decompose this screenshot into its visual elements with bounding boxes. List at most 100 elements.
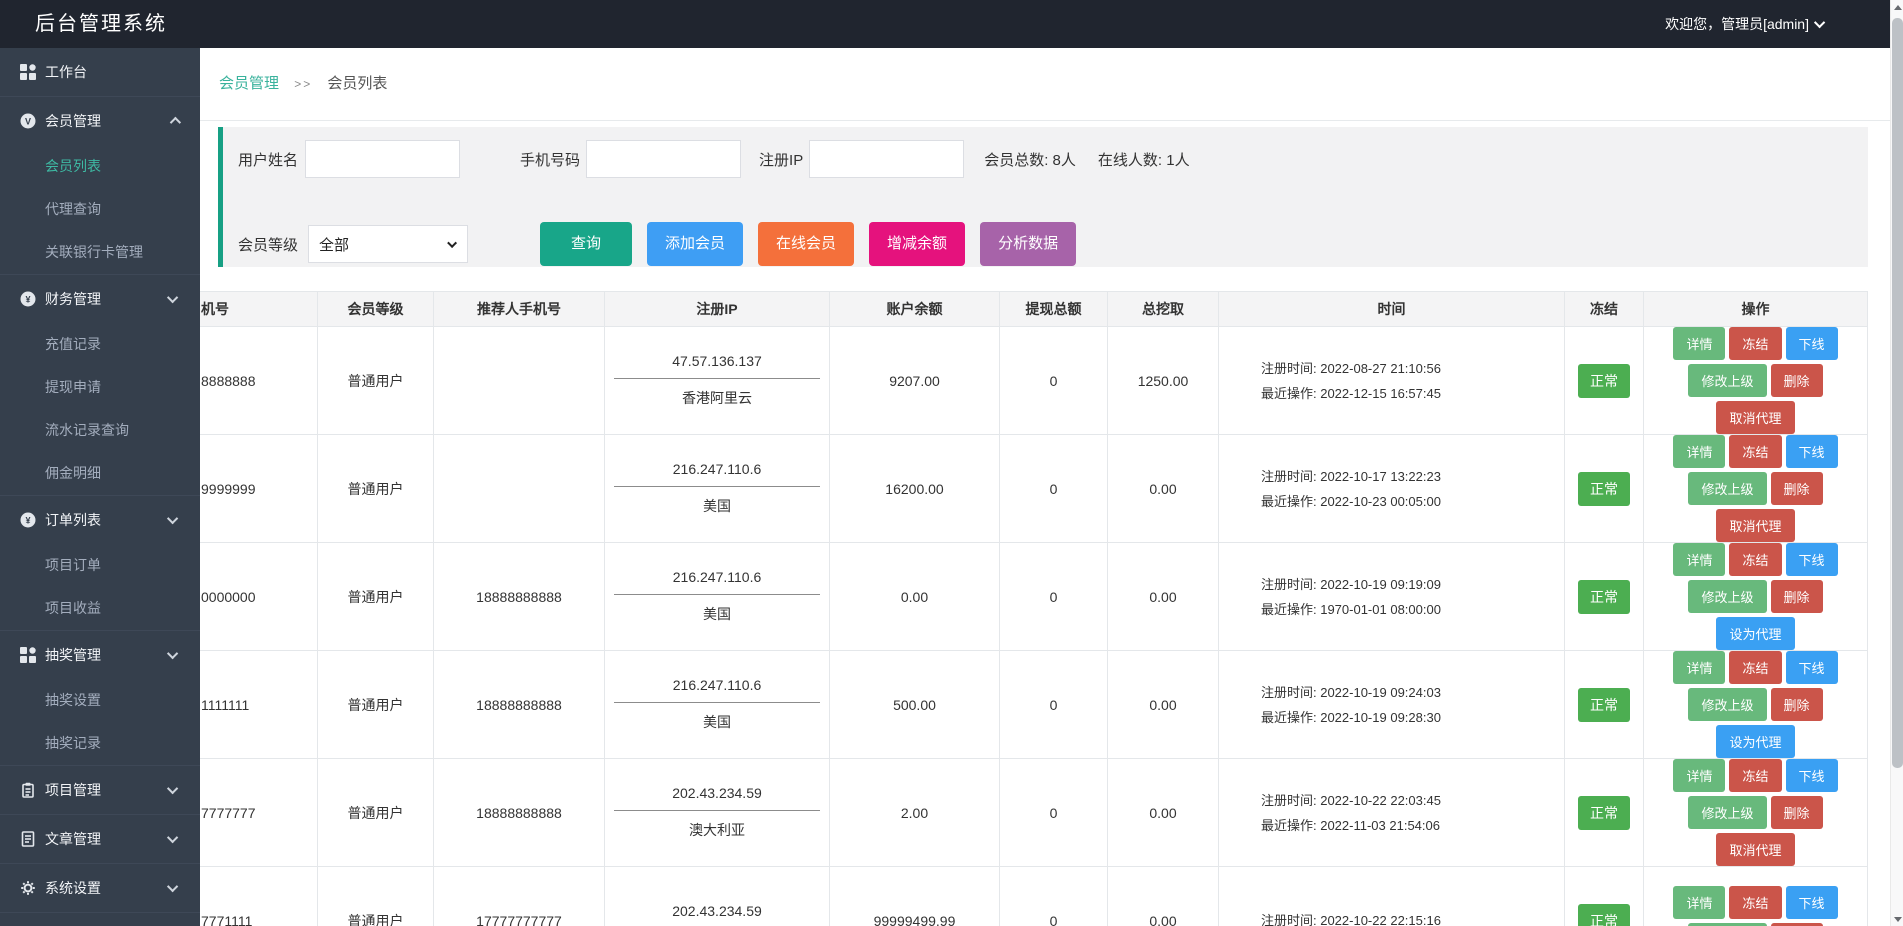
detail-button[interactable]: 详情 <box>1673 886 1725 919</box>
ip-address: 202.43.234.59 <box>614 785 820 811</box>
change-referrer-button[interactable]: 修改上级 <box>1688 580 1766 613</box>
withdraw-total-cell: 0 <box>1000 651 1108 758</box>
freeze-button[interactable]: 冻结 <box>1729 759 1781 792</box>
change-referrer-button[interactable]: 修改上级 <box>1688 796 1766 829</box>
username-input[interactable] <box>305 140 460 178</box>
freeze-button[interactable]: 冻结 <box>1729 886 1781 919</box>
sidebar-section-member-management: V会员管理会员列表代理查询关联银行卡管理 <box>0 97 200 275</box>
register-ip-cell: 202.43.234.59澳大利亚 <box>605 759 830 866</box>
detail-button[interactable]: 详情 <box>1673 651 1725 684</box>
actions-cell: 详情冻结下线修改上级删除取消代理 <box>1644 759 1868 866</box>
delete-button[interactable]: 删除 <box>1771 796 1823 829</box>
referrer-phone-cell <box>434 435 605 542</box>
cancel-agent-button[interactable]: 取消代理 <box>1716 509 1794 542</box>
phone-cell: 9999999 <box>200 435 318 542</box>
status-badge: 正常 <box>1578 472 1630 506</box>
sidebar-item-system-settings[interactable]: 系统设置 <box>0 864 200 912</box>
sidebar-subitem[interactable]: 抽奖设置 <box>0 679 200 722</box>
sidebar-subitem[interactable]: 会员列表 <box>0 145 200 188</box>
phone-input[interactable] <box>586 140 741 178</box>
cancel-agent-button[interactable]: 取消代理 <box>1716 833 1794 866</box>
offline-button[interactable]: 下线 <box>1786 543 1838 576</box>
online-count-stat: 在线人数: 1人 <box>1098 149 1190 170</box>
sidebar-item-lottery-management[interactable]: 抽奖管理 <box>0 631 200 679</box>
ip-address: 47.57.136.137 <box>614 353 820 379</box>
scroll-down-arrow[interactable] <box>1891 912 1903 926</box>
column-header: 会员等级 <box>318 292 434 326</box>
time-cell: 注册时间: 2022-10-22 22:15:16 <box>1219 867 1565 926</box>
scrollbar-thumb[interactable] <box>1892 18 1903 768</box>
time-line: 注册时间: 2022-10-17 13:22:23 <box>1261 464 1441 489</box>
detail-button[interactable]: 详情 <box>1673 543 1725 576</box>
ip-address: 202.43.234.59 <box>614 903 820 926</box>
adjust-balance-button[interactable]: 增减余额 <box>869 222 965 266</box>
sidebar-subitem[interactable]: 项目收益 <box>0 587 200 630</box>
change-referrer-button[interactable]: 修改上级 <box>1688 923 1766 926</box>
sidebar-subitem[interactable]: 项目订单 <box>0 544 200 587</box>
detail-button[interactable]: 详情 <box>1673 327 1725 360</box>
sidebar-item-project-management[interactable]: 项目管理 <box>0 766 200 814</box>
sidebar-subitem[interactable]: 关联银行卡管理 <box>0 231 200 274</box>
change-referrer-button[interactable]: 修改上级 <box>1688 472 1766 505</box>
freeze-button[interactable]: 冻结 <box>1729 651 1781 684</box>
delete-button[interactable]: 删除 <box>1771 364 1823 397</box>
online-members-button[interactable]: 在线会员 <box>758 222 854 266</box>
sidebar-item-workbench[interactable]: 工作台 <box>0 48 200 96</box>
freeze-button[interactable]: 冻结 <box>1729 327 1781 360</box>
user-menu[interactable]: 欢迎您，管理员[admin] <box>1665 0 1825 48</box>
withdraw-total-cell: 0 <box>1000 327 1108 434</box>
delete-button[interactable]: 删除 <box>1771 923 1823 926</box>
action-button-row: 修改上级删除 <box>1686 796 1824 829</box>
query-button[interactable]: 查询 <box>540 222 632 266</box>
delete-button[interactable]: 删除 <box>1771 472 1823 505</box>
withdraw-total-cell: 0 <box>1000 543 1108 650</box>
member-level-select[interactable]: 全部 <box>308 225 468 263</box>
time-line: 最近操作: 1970-01-01 08:00:00 <box>1261 597 1441 622</box>
chevron-down-icon <box>1814 17 1825 28</box>
change-referrer-button[interactable]: 修改上级 <box>1688 688 1766 721</box>
offline-button[interactable]: 下线 <box>1786 651 1838 684</box>
offline-button[interactable]: 下线 <box>1786 435 1838 468</box>
delete-button[interactable]: 删除 <box>1771 688 1823 721</box>
member-level-cell: 普通用户 <box>318 543 434 650</box>
breadcrumb-parent-link[interactable]: 会员管理 <box>219 75 279 92</box>
sidebar-subitem[interactable]: 充值记录 <box>0 323 200 366</box>
ip-location: 澳大利亚 <box>614 811 820 840</box>
sidebar-subitem[interactable]: 流水记录查询 <box>0 409 200 452</box>
set-agent-button[interactable]: 设为代理 <box>1716 617 1794 650</box>
analyze-data-button[interactable]: 分析数据 <box>980 222 1076 266</box>
sidebar-subitem[interactable]: 代理查询 <box>0 188 200 231</box>
sidebar-subitem[interactable]: 提现申请 <box>0 366 200 409</box>
register-ip-cell: 216.247.110.6美国 <box>605 651 830 758</box>
offline-button[interactable]: 下线 <box>1786 759 1838 792</box>
sidebar: 工作台V会员管理会员列表代理查询关联银行卡管理¥财务管理充值记录提现申请流水记录… <box>0 48 200 926</box>
status-badge: 正常 <box>1578 364 1630 398</box>
set-agent-button[interactable]: 设为代理 <box>1716 725 1794 758</box>
register-ip-input[interactable] <box>809 140 964 178</box>
freeze-button[interactable]: 冻结 <box>1729 543 1781 576</box>
sidebar-subitem[interactable]: 抽奖记录 <box>0 722 200 765</box>
sidebar-item-member-management[interactable]: V会员管理 <box>0 97 200 145</box>
freeze-button[interactable]: 冻结 <box>1729 435 1781 468</box>
vertical-scrollbar[interactable] <box>1890 0 1903 926</box>
table-row: 7771111普通用户17777777777202.43.234.5999999… <box>200 867 1868 926</box>
offline-button[interactable]: 下线 <box>1786 886 1838 919</box>
change-referrer-button[interactable]: 修改上级 <box>1688 364 1766 397</box>
sidebar-item-label: 抽奖管理 <box>45 645 170 665</box>
scroll-up-arrow[interactable] <box>1891 0 1903 14</box>
ip-location-block: 202.43.234.59 <box>614 903 820 926</box>
cancel-agent-button[interactable]: 取消代理 <box>1716 401 1794 434</box>
detail-button[interactable]: 详情 <box>1673 759 1725 792</box>
delete-button[interactable]: 删除 <box>1771 580 1823 613</box>
sidebar-item-order-list[interactable]: ¥订单列表 <box>0 496 200 544</box>
sidebar-item-article-management[interactable]: 文章管理 <box>0 815 200 863</box>
svg-text:¥: ¥ <box>25 295 30 305</box>
sidebar-item-finance-management[interactable]: ¥财务管理 <box>0 275 200 323</box>
freeze-status-cell: 正常 <box>1565 759 1644 866</box>
add-member-button[interactable]: 添加会员 <box>647 222 743 266</box>
action-button-row: 修改上级 删除 <box>1686 923 1824 926</box>
detail-button[interactable]: 详情 <box>1673 435 1725 468</box>
sidebar-subitem[interactable]: 佣金明细 <box>0 452 200 495</box>
offline-button[interactable]: 下线 <box>1786 327 1838 360</box>
ip-location-block: 216.247.110.6美国 <box>614 677 820 732</box>
